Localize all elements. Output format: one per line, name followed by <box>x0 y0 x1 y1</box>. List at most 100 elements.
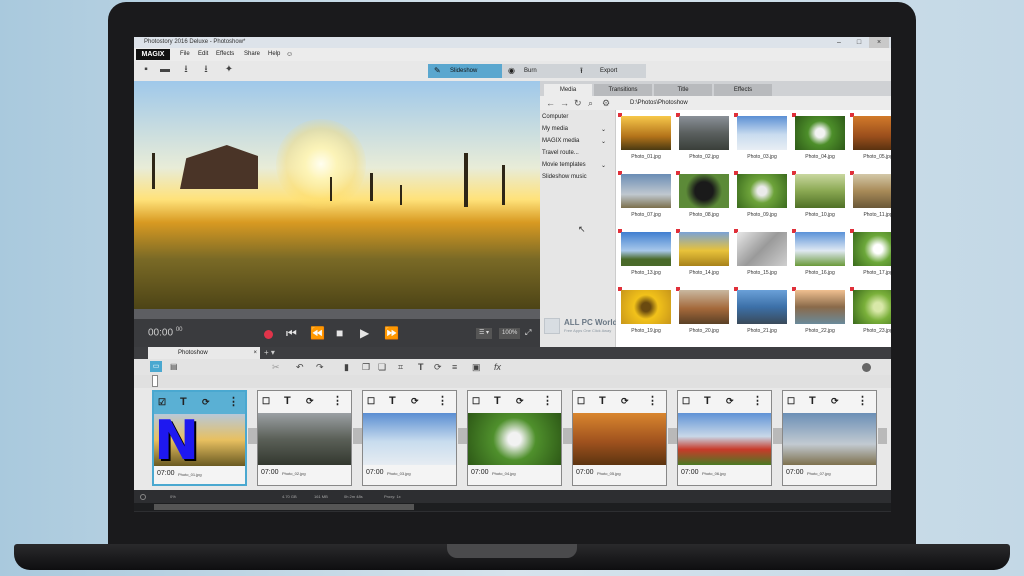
checkbox-icon[interactable]: ☐ <box>577 394 585 408</box>
timeline-ruler[interactable] <box>134 375 891 388</box>
rotate-icon[interactable]: ⟳ <box>306 394 314 408</box>
checkbox-icon[interactable]: ☐ <box>472 394 480 408</box>
tree-item-my-media[interactable]: My media ⌄ <box>542 126 612 133</box>
transition-slot[interactable] <box>773 428 782 444</box>
save-icon[interactable]: ⭳ <box>180 64 192 76</box>
tree-item-movie-templates[interactable]: Movie templates ⌄ <box>542 162 612 169</box>
transition-slot[interactable] <box>353 428 362 444</box>
rotate-icon[interactable]: ⟳ <box>516 394 524 408</box>
back-arrow-icon[interactable]: ← <box>546 97 555 109</box>
more-options-icon[interactable]: ⋮ <box>332 394 343 408</box>
more-options-icon[interactable]: ⋮ <box>752 394 763 408</box>
play-icon[interactable]: ▶ <box>360 325 369 341</box>
media-thumbnail[interactable]: Photo_10.jpg <box>792 170 846 226</box>
forward-arrow-icon[interactable]: → <box>560 97 569 109</box>
text-icon[interactable]: T <box>284 394 291 408</box>
menu-effects[interactable]: Effects <box>216 49 234 60</box>
media-thumbnail[interactable]: Photo_21.jpg <box>734 286 788 342</box>
checkbox-icon[interactable]: ☐ <box>682 394 690 408</box>
tree-item-computer[interactable]: Computer <box>542 114 612 120</box>
more-options-icon[interactable]: ⋮ <box>857 394 868 408</box>
rotate-icon[interactable]: ⟳ <box>202 395 210 409</box>
mode-export-button[interactable]: ⭱ Export <box>574 64 646 78</box>
fx-icon[interactable]: fx <box>494 361 501 373</box>
rotate-icon[interactable]: ⟳ <box>726 394 734 408</box>
copy-icon[interactable]: ❐ <box>362 361 370 373</box>
timeline-clip[interactable]: ☐ T ⟳ ⋮ 07:00 Photo_04.jpg <box>467 390 562 486</box>
media-thumbnail[interactable]: Photo_01.jpg <box>618 112 672 168</box>
text-icon[interactable]: T <box>599 394 606 408</box>
media-thumbnail[interactable]: Photo_19.jpg <box>618 286 672 342</box>
menu-help[interactable]: Help <box>268 49 280 60</box>
effects-wand-icon[interactable]: ✦ <box>223 64 235 76</box>
media-thumbnail[interactable]: Photo_03.jpg <box>734 112 788 168</box>
timeline-clip[interactable]: ☐ T ⟳ ⋮ 07:00 Photo_07.jpg <box>782 390 877 486</box>
rotate-icon[interactable]: ⟳ <box>434 361 442 373</box>
rotate-icon[interactable]: ⟳ <box>411 394 419 408</box>
scissors-icon[interactable]: ✂ <box>272 361 280 373</box>
close-tab-icon[interactable]: × <box>253 347 257 359</box>
media-thumbnail[interactable]: Photo_05.jpg <box>850 112 891 168</box>
rewind-icon[interactable]: ⏪ <box>310 325 325 341</box>
search-icon[interactable]: ⌕ <box>588 97 593 109</box>
tab-title[interactable]: Title <box>654 84 712 96</box>
tab-media[interactable]: Media <box>544 84 592 96</box>
undo-icon[interactable]: ↶ <box>296 361 304 373</box>
fullscreen-icon[interactable]: ⤢ <box>525 325 531 341</box>
text-icon[interactable]: T <box>704 394 711 408</box>
tab-transitions[interactable]: Transitions <box>594 84 652 96</box>
refresh-icon[interactable]: ↻ <box>574 97 582 109</box>
text-icon[interactable]: T <box>809 394 816 408</box>
fast-forward-icon[interactable]: ⏩ <box>384 325 399 341</box>
record-icon[interactable] <box>264 330 273 339</box>
media-thumbnail[interactable]: Photo_20.jpg <box>676 286 730 342</box>
media-thumbnail[interactable]: Photo_02.jpg <box>676 112 730 168</box>
close-icon[interactable]: × <box>869 37 889 48</box>
media-thumbnail[interactable]: Photo_09.jpg <box>734 170 788 226</box>
timeline-clip[interactable]: ☐ T ⟳ ⋮ 07:00 Photo_03.jpg <box>362 390 457 486</box>
stop-icon[interactable]: ■ <box>336 325 343 341</box>
transition-slot[interactable] <box>458 428 467 444</box>
gear-icon[interactable]: ⚙ <box>602 97 610 109</box>
media-thumbnail[interactable]: Photo_13.jpg <box>618 228 672 284</box>
timeline-clip[interactable]: ☐ T ⟳ ⋮ 07:00 Photo_05.jpg <box>572 390 667 486</box>
minimize-icon[interactable]: – <box>829 37 849 48</box>
playhead-marker[interactable] <box>152 375 158 387</box>
paste-icon[interactable]: ❏ <box>378 361 386 373</box>
media-thumbnail[interactable]: Photo_16.jpg <box>792 228 846 284</box>
zoom-out-icon[interactable] <box>862 363 871 372</box>
media-thumbnail[interactable]: Photo_07.jpg <box>618 170 672 226</box>
video-preview[interactable] <box>134 81 540 309</box>
redo-icon[interactable]: ↷ <box>316 361 324 373</box>
storyboard-view-icon[interactable]: ▭ <box>150 361 162 372</box>
menu-file[interactable]: File <box>180 49 190 60</box>
media-thumbnail[interactable]: Photo_04.jpg <box>792 112 846 168</box>
media-thumbnail[interactable]: Photo_11.jpg <box>850 170 891 226</box>
checkbox-icon[interactable]: ☐ <box>787 394 795 408</box>
timeline-scrollbar[interactable] <box>134 503 891 511</box>
more-options-icon[interactable]: ⋮ <box>647 394 658 408</box>
add-tab-icon[interactable]: + ▾ <box>264 347 275 359</box>
tree-item-travel-route[interactable]: Travel route... <box>542 150 612 156</box>
media-thumbnail[interactable]: Photo_15.jpg <box>734 228 788 284</box>
import-icon[interactable]: ⭳ <box>200 64 212 76</box>
transition-slot[interactable] <box>878 428 887 444</box>
frame-icon[interactable]: ▣ <box>472 361 481 373</box>
rotate-icon[interactable]: ⟳ <box>621 394 629 408</box>
feedback-icon[interactable]: ☺ <box>286 49 293 60</box>
maximize-icon[interactable]: □ <box>849 37 869 48</box>
skip-to-start-icon[interactable]: ⏮ <box>286 325 297 341</box>
media-thumbnail[interactable]: Photo_08.jpg <box>676 170 730 226</box>
menu-share[interactable]: Share <box>244 49 260 60</box>
checkbox-icon[interactable]: ☑ <box>158 395 166 409</box>
align-icon[interactable]: ≡ <box>452 361 457 373</box>
rotate-icon[interactable]: ⟳ <box>831 394 839 408</box>
timeline-clip[interactable]: ☑ T ⟳ ⋮ N 07:00 Photo_01.jpg <box>152 390 247 486</box>
text-icon[interactable]: T <box>180 395 187 409</box>
view-menu-icon[interactable]: ☰ ▾ <box>476 328 493 339</box>
timeline-clip[interactable]: ☐ T ⟳ ⋮ 07:00 Photo_02.jpg <box>257 390 352 486</box>
timeline-clip[interactable]: ☐ T ⟳ ⋮ 07:00 Photo_06.jpg <box>677 390 772 486</box>
tab-photoshow[interactable]: Photoshow × <box>148 347 260 359</box>
new-project-icon[interactable]: ▪ <box>140 64 152 76</box>
transition-slot[interactable] <box>668 428 677 444</box>
